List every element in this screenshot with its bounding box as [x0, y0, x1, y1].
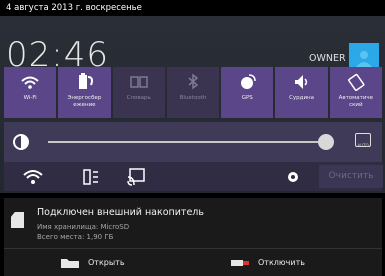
bluetooth-icon	[188, 73, 199, 90]
tile-label: Сурдина	[289, 95, 315, 101]
user-icon	[356, 51, 372, 67]
tile-label: Словарь	[126, 95, 151, 101]
wifi-settings-icon[interactable]	[22, 168, 44, 186]
data-usage-icon[interactable]	[82, 168, 100, 186]
tile-dictionary[interactable]: Словарь	[112, 67, 165, 118]
tile-label: Энергосбер ежение	[67, 95, 102, 108]
notification-storage-size: Всего места: 1,90 ГБ	[37, 233, 114, 241]
tile-bluetooth[interactable]: Bluetooth	[166, 67, 220, 118]
brightness-slider[interactable]	[48, 141, 326, 143]
quick-actions-row: Очистить	[4, 162, 383, 191]
notification-title: Подключен внешний накопитель	[37, 207, 204, 218]
tile-gps[interactable]: GPS	[221, 67, 274, 118]
screen-mirroring-icon[interactable]	[126, 167, 146, 187]
tile-sound[interactable]: Сурдина	[275, 67, 328, 118]
status-date: 4 августа 2013 г. воскресенье	[6, 3, 142, 13]
divider	[4, 248, 382, 249]
folder-icon	[61, 259, 79, 268]
auto-label: AUTO	[357, 143, 369, 148]
wifi-icon	[21, 76, 39, 89]
tile-label: GPS	[241, 95, 253, 101]
owner-name[interactable]: OWNER	[309, 53, 346, 64]
quick-settings-tiles: Wi-Fi Энергосбер ежение Словарь Bluetoot…	[4, 67, 382, 118]
storage-notification[interactable]: Подключен внешний накопитель Имя хранили…	[4, 198, 382, 276]
tile-label: Автоматиче ский	[338, 95, 374, 108]
auto-rotate-icon	[347, 73, 365, 91]
tile-wifi[interactable]: Wi-Fi	[4, 67, 57, 118]
brightness-row: AUTO	[4, 122, 382, 162]
volume-icon	[295, 75, 308, 89]
tile-label: Bluetooth	[179, 95, 207, 101]
clear-notifications-button[interactable]: Очистить	[319, 165, 383, 188]
gps-icon	[241, 74, 256, 89]
brightness-slider-thumb[interactable]	[318, 134, 334, 150]
dictionary-icon	[129, 76, 148, 88]
status-bar: 4 августа 2013 г. воскресенье	[0, 0, 385, 16]
open-label: Открыть	[88, 258, 125, 267]
unmount-label: Отключить	[258, 258, 305, 267]
sd-card-icon	[11, 212, 24, 228]
brightness-icon	[13, 134, 29, 150]
unmount-icon	[231, 260, 249, 266]
tile-power-saving[interactable]: Энергосбер ежение	[58, 67, 111, 118]
battery-saver-icon	[79, 73, 94, 89]
settings-gear-icon[interactable]	[285, 169, 301, 185]
tile-auto-rotate[interactable]: Автоматиче ский	[329, 67, 382, 118]
auto-brightness-button[interactable]: AUTO	[355, 133, 371, 148]
tile-label: Wi-Fi	[23, 95, 37, 101]
notification-storage-name: Имя хранилища: MicroSD	[37, 223, 130, 231]
